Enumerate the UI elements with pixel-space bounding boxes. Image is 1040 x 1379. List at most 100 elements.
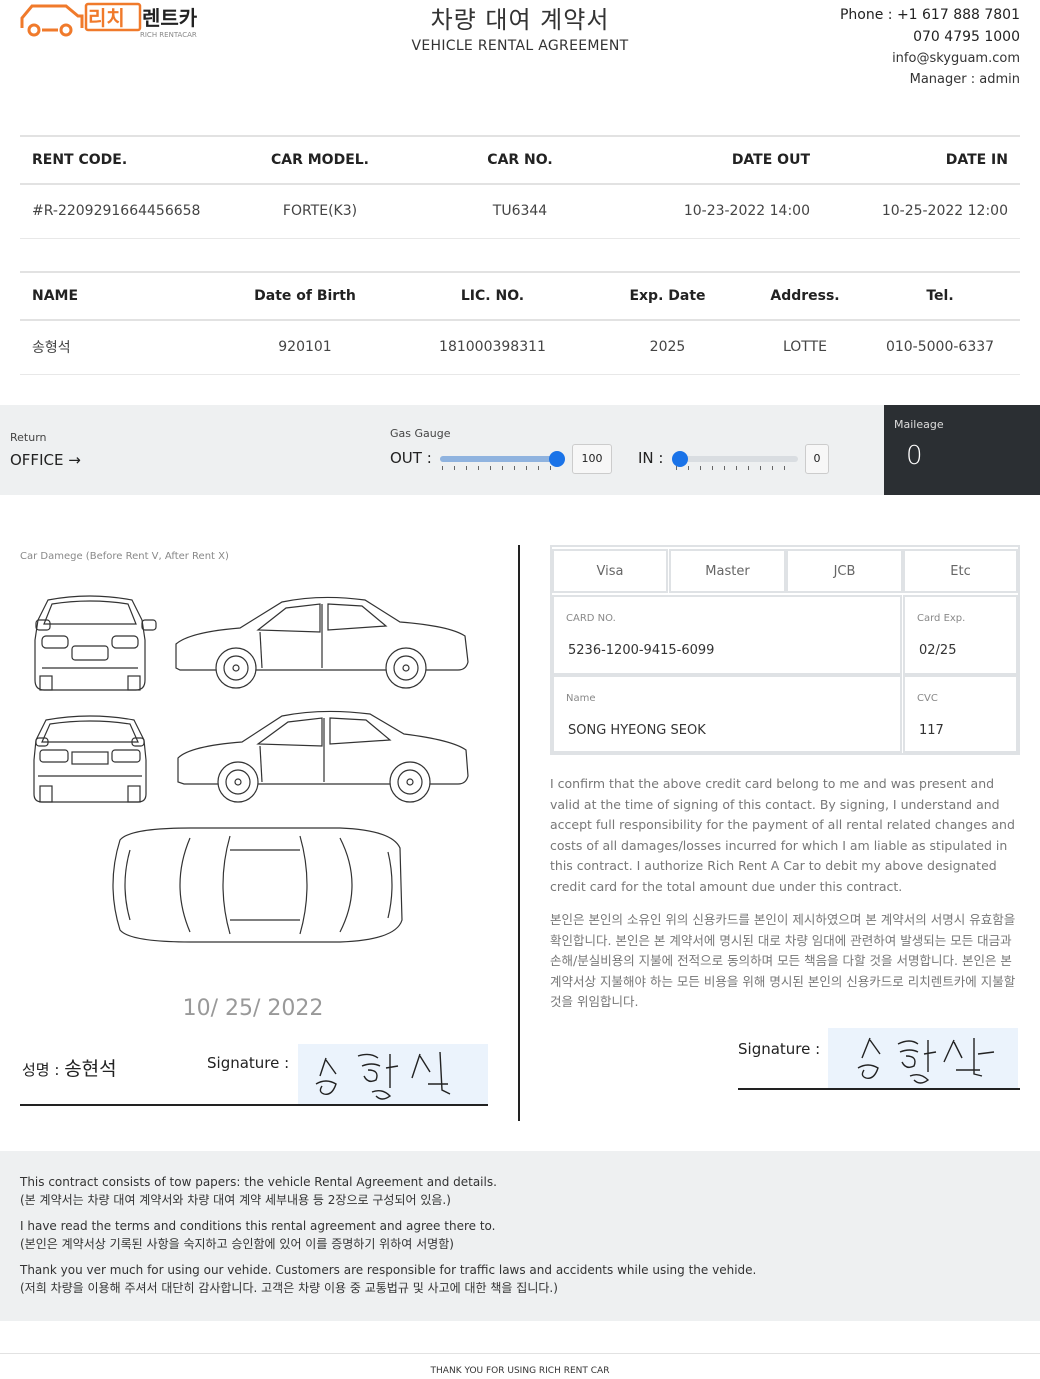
card-exp-value: 02/25: [919, 643, 957, 658]
card-type-jcb[interactable]: JCB: [786, 549, 903, 593]
header-name: NAME: [20, 271, 210, 321]
header-dob: Date of Birth: [210, 271, 400, 321]
header-date-in: DATE IN: [820, 135, 1020, 185]
authorization-text-en: I confirm that the above credit card bel…: [550, 776, 1015, 894]
terms-line: Thank you ver much for using our vehide.…: [20, 1263, 757, 1277]
gas-in-slider-thumb[interactable]: [672, 451, 688, 467]
car-front-view-icon: [34, 595, 157, 691]
rental-table: RENT CODE. CAR MODEL. CAR NO. DATE OUT D…: [20, 135, 1020, 239]
card-cvc-field[interactable]: CVC 117: [903, 675, 1018, 753]
terms-line: This contract consists of tow papers: th…: [20, 1175, 497, 1189]
card-name-field[interactable]: Name SONG HYEONG SEOK: [552, 675, 902, 753]
table-row: #R-2209291664456658 FORTE(K3) TU6344 10-…: [20, 184, 1020, 239]
car-top-view-icon: [112, 827, 403, 943]
signer-row-left: 성명 : 송현석 Signature :: [20, 1040, 488, 1106]
contact-phone2: 070 4795 1000: [913, 29, 1020, 45]
car-side-view-other-icon: [177, 710, 469, 803]
header-lic-no: LIC. NO.: [400, 271, 585, 321]
payment-card-block: Visa Master JCB Etc CARD NO. 5236-1200-9…: [550, 545, 1020, 755]
contact-manager: Manager : admin: [909, 72, 1020, 87]
signature-pad-left[interactable]: [298, 1044, 488, 1104]
car-damage-diagram[interactable]: [20, 580, 490, 960]
terms-line: (저희 차량을 이용해 주셔서 대단히 감사합니다. 고객은 차량 이용 중 교…: [20, 1281, 558, 1295]
card-name-value: SONG HYEONG SEOK: [568, 723, 706, 738]
car-damage-label: Car Damege (Before Rent V, After Rent X): [20, 551, 229, 562]
contact-email: info@skyguam.com: [892, 51, 1020, 66]
signer-row-right: Signature :: [738, 1028, 1020, 1090]
renter-table: NAME Date of Birth LIC. NO. Exp. Date Ad…: [20, 271, 1020, 375]
terms-paragraph-1: This contract consists of tow papers: th…: [20, 1173, 1020, 1209]
signature-label-left: Signature :: [207, 1054, 290, 1072]
gas-out-value[interactable]: 100: [572, 444, 612, 474]
contract-date: 10/ 25/ 2022: [182, 996, 324, 1021]
signer-name: 성명 : 송현석: [22, 1054, 117, 1081]
mileage-panel: Maileage 0: [884, 405, 1040, 495]
gas-out-label: OUT :: [390, 449, 432, 467]
gas-in-slider[interactable]: [672, 451, 798, 470]
renter-exp-date: 2025: [585, 320, 750, 375]
column-divider: [518, 545, 520, 1121]
terms-line: I have read the terms and conditions thi…: [20, 1219, 496, 1233]
date-out: 10-23-2022 14:00: [620, 184, 820, 239]
card-number-value: 5236-1200-9415-6099: [568, 643, 715, 658]
mileage-value[interactable]: 0: [906, 441, 923, 471]
header-address: Address.: [750, 271, 860, 321]
signature-pad-right[interactable]: [828, 1028, 1018, 1088]
renter-name: 송형석: [20, 320, 210, 375]
renter-address: LOTTE: [750, 320, 860, 375]
gas-in-ticks: [676, 466, 796, 470]
gas-in-label: IN :: [638, 449, 664, 467]
signer-name-value: 송현석: [64, 1058, 117, 1080]
car-side-view-icon: [175, 596, 469, 689]
terms-paragraph-3: Thank you ver much for using our vehide.…: [20, 1261, 1020, 1297]
rental-header-row: RENT CODE. CAR MODEL. CAR NO. DATE OUT D…: [20, 135, 1020, 185]
car-rear-view-icon: [33, 715, 147, 803]
card-type-master[interactable]: Master: [669, 549, 786, 593]
header-rent-code: RENT CODE.: [20, 135, 220, 185]
handwritten-signature-icon: [315, 1051, 451, 1100]
card-type-etc[interactable]: Etc: [903, 549, 1018, 593]
contact-block: Phone : +1 617 888 7801 070 4795 1000 in…: [840, 4, 1020, 90]
header-date-out: DATE OUT: [620, 135, 820, 185]
rent-code: #R-2209291664456658: [20, 184, 220, 239]
signature-label-right: Signature :: [738, 1040, 821, 1058]
terms-line: (본인은 계약서상 기록된 사항을 숙지하고 승인함에 있어 이를 증명하기 위…: [20, 1237, 454, 1251]
gas-out-slider[interactable]: [440, 451, 565, 470]
card-number-field[interactable]: CARD NO. 5236-1200-9415-6099: [552, 595, 902, 675]
terms-box: This contract consists of tow papers: th…: [0, 1151, 1040, 1321]
car-outline-icon: [33, 595, 469, 943]
terms-line: (본 계약서는 차량 대여 계약서와 차량 대여 계약 세부내용 등 2장으로 …: [20, 1193, 451, 1207]
gas-out-slider-thumb[interactable]: [549, 451, 565, 467]
thanks-footer: THANK YOU FOR USING RICH RENT CAR: [0, 1353, 1040, 1376]
gas-out-slider-fill: [440, 456, 557, 462]
header-exp-date: Exp. Date: [585, 271, 750, 321]
mileage-label: Maileage: [894, 418, 944, 431]
card-type-visa[interactable]: Visa: [552, 549, 668, 593]
car-model: FORTE(K3): [220, 184, 420, 239]
table-row: 송형석 920101 181000398311 2025 LOTTE 010-5…: [20, 320, 1020, 375]
gas-in-value[interactable]: 0: [805, 444, 829, 474]
renter-lic-no: 181000398311: [400, 320, 585, 375]
handwritten-signature-icon: [857, 1037, 995, 1084]
gas-gauge-label: Gas Gauge: [390, 427, 451, 440]
renter-header-row: NAME Date of Birth LIC. NO. Exp. Date Ad…: [20, 271, 1020, 321]
card-exp-field[interactable]: Card Exp. 02/25: [903, 595, 1018, 675]
signer-name-label: 성명 :: [22, 1061, 65, 1079]
card-name-label: Name: [566, 693, 596, 704]
renter-dob: 920101: [210, 320, 400, 375]
card-number-label: CARD NO.: [566, 613, 616, 624]
renter-tel: 010-5000-6337: [860, 320, 1020, 375]
status-bar: Return OFFICE → Gas Gauge OUT : 100 IN :…: [0, 405, 1040, 495]
header-car-model: CAR MODEL.: [220, 135, 420, 185]
return-location[interactable]: OFFICE →: [10, 451, 81, 469]
car-no: TU6344: [420, 184, 620, 239]
card-cvc-value: 117: [919, 723, 944, 738]
header-car-no: CAR NO.: [420, 135, 620, 185]
card-cvc-label: CVC: [917, 693, 938, 704]
gas-out-ticks: [442, 466, 562, 470]
card-exp-label: Card Exp.: [917, 613, 966, 624]
return-label: Return: [10, 431, 47, 444]
header-tel: Tel.: [860, 271, 1020, 321]
terms-paragraph-2: I have read the terms and conditions thi…: [20, 1217, 1020, 1253]
date-in: 10-25-2022 12:00: [820, 184, 1020, 239]
